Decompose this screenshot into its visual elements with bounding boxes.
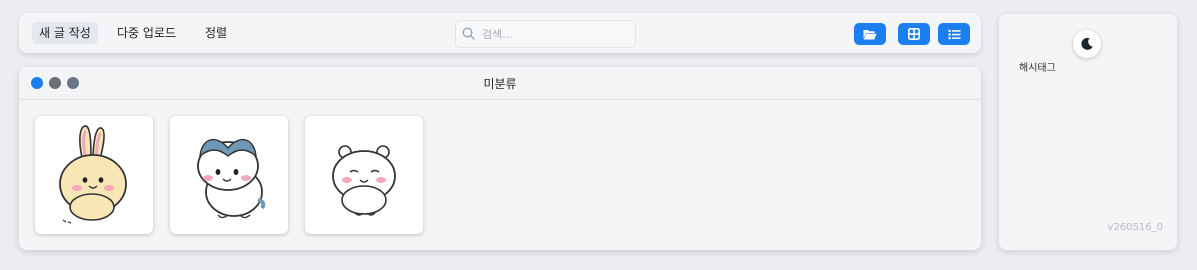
folder-window: 미분류 (19, 67, 981, 250)
window-title: 미분류 (483, 77, 517, 91)
chiikawa-character-image (332, 145, 396, 216)
search-icon (462, 27, 475, 40)
image-thumbnail-2[interactable] (170, 116, 288, 234)
theme-toggle-button[interactable] (1073, 30, 1101, 58)
bulk-upload-button[interactable]: 다중 업로드 (110, 22, 183, 44)
list-view-icon (948, 29, 960, 39)
moon-icon (1081, 37, 1093, 50)
right-sidebar: 해시태그 v260516_0 (999, 14, 1177, 250)
usagi-character-image (59, 125, 127, 224)
hachiware-character-image (197, 138, 266, 219)
version-label: v260516_0 (1107, 222, 1163, 233)
window-titlebar: 미분류 (19, 67, 981, 100)
folder-open-icon (863, 29, 877, 39)
open-folder-button[interactable] (854, 23, 886, 45)
image-thumbnail-3[interactable] (305, 116, 423, 234)
top-toolbar: 새 글 작성 다중 업로드 정렬 (19, 13, 981, 53)
grid-view-icon (908, 28, 920, 40)
image-thumbnail-1[interactable] (35, 116, 153, 234)
list-view-button[interactable] (938, 23, 970, 45)
search-input[interactable] (480, 24, 634, 44)
new-post-button[interactable]: 새 글 작성 (32, 22, 98, 44)
hashtag-label: 해시태그 (1019, 63, 1056, 74)
grid-view-button[interactable] (898, 23, 930, 45)
sort-button[interactable]: 정렬 (198, 22, 234, 44)
search-box (455, 20, 636, 48)
